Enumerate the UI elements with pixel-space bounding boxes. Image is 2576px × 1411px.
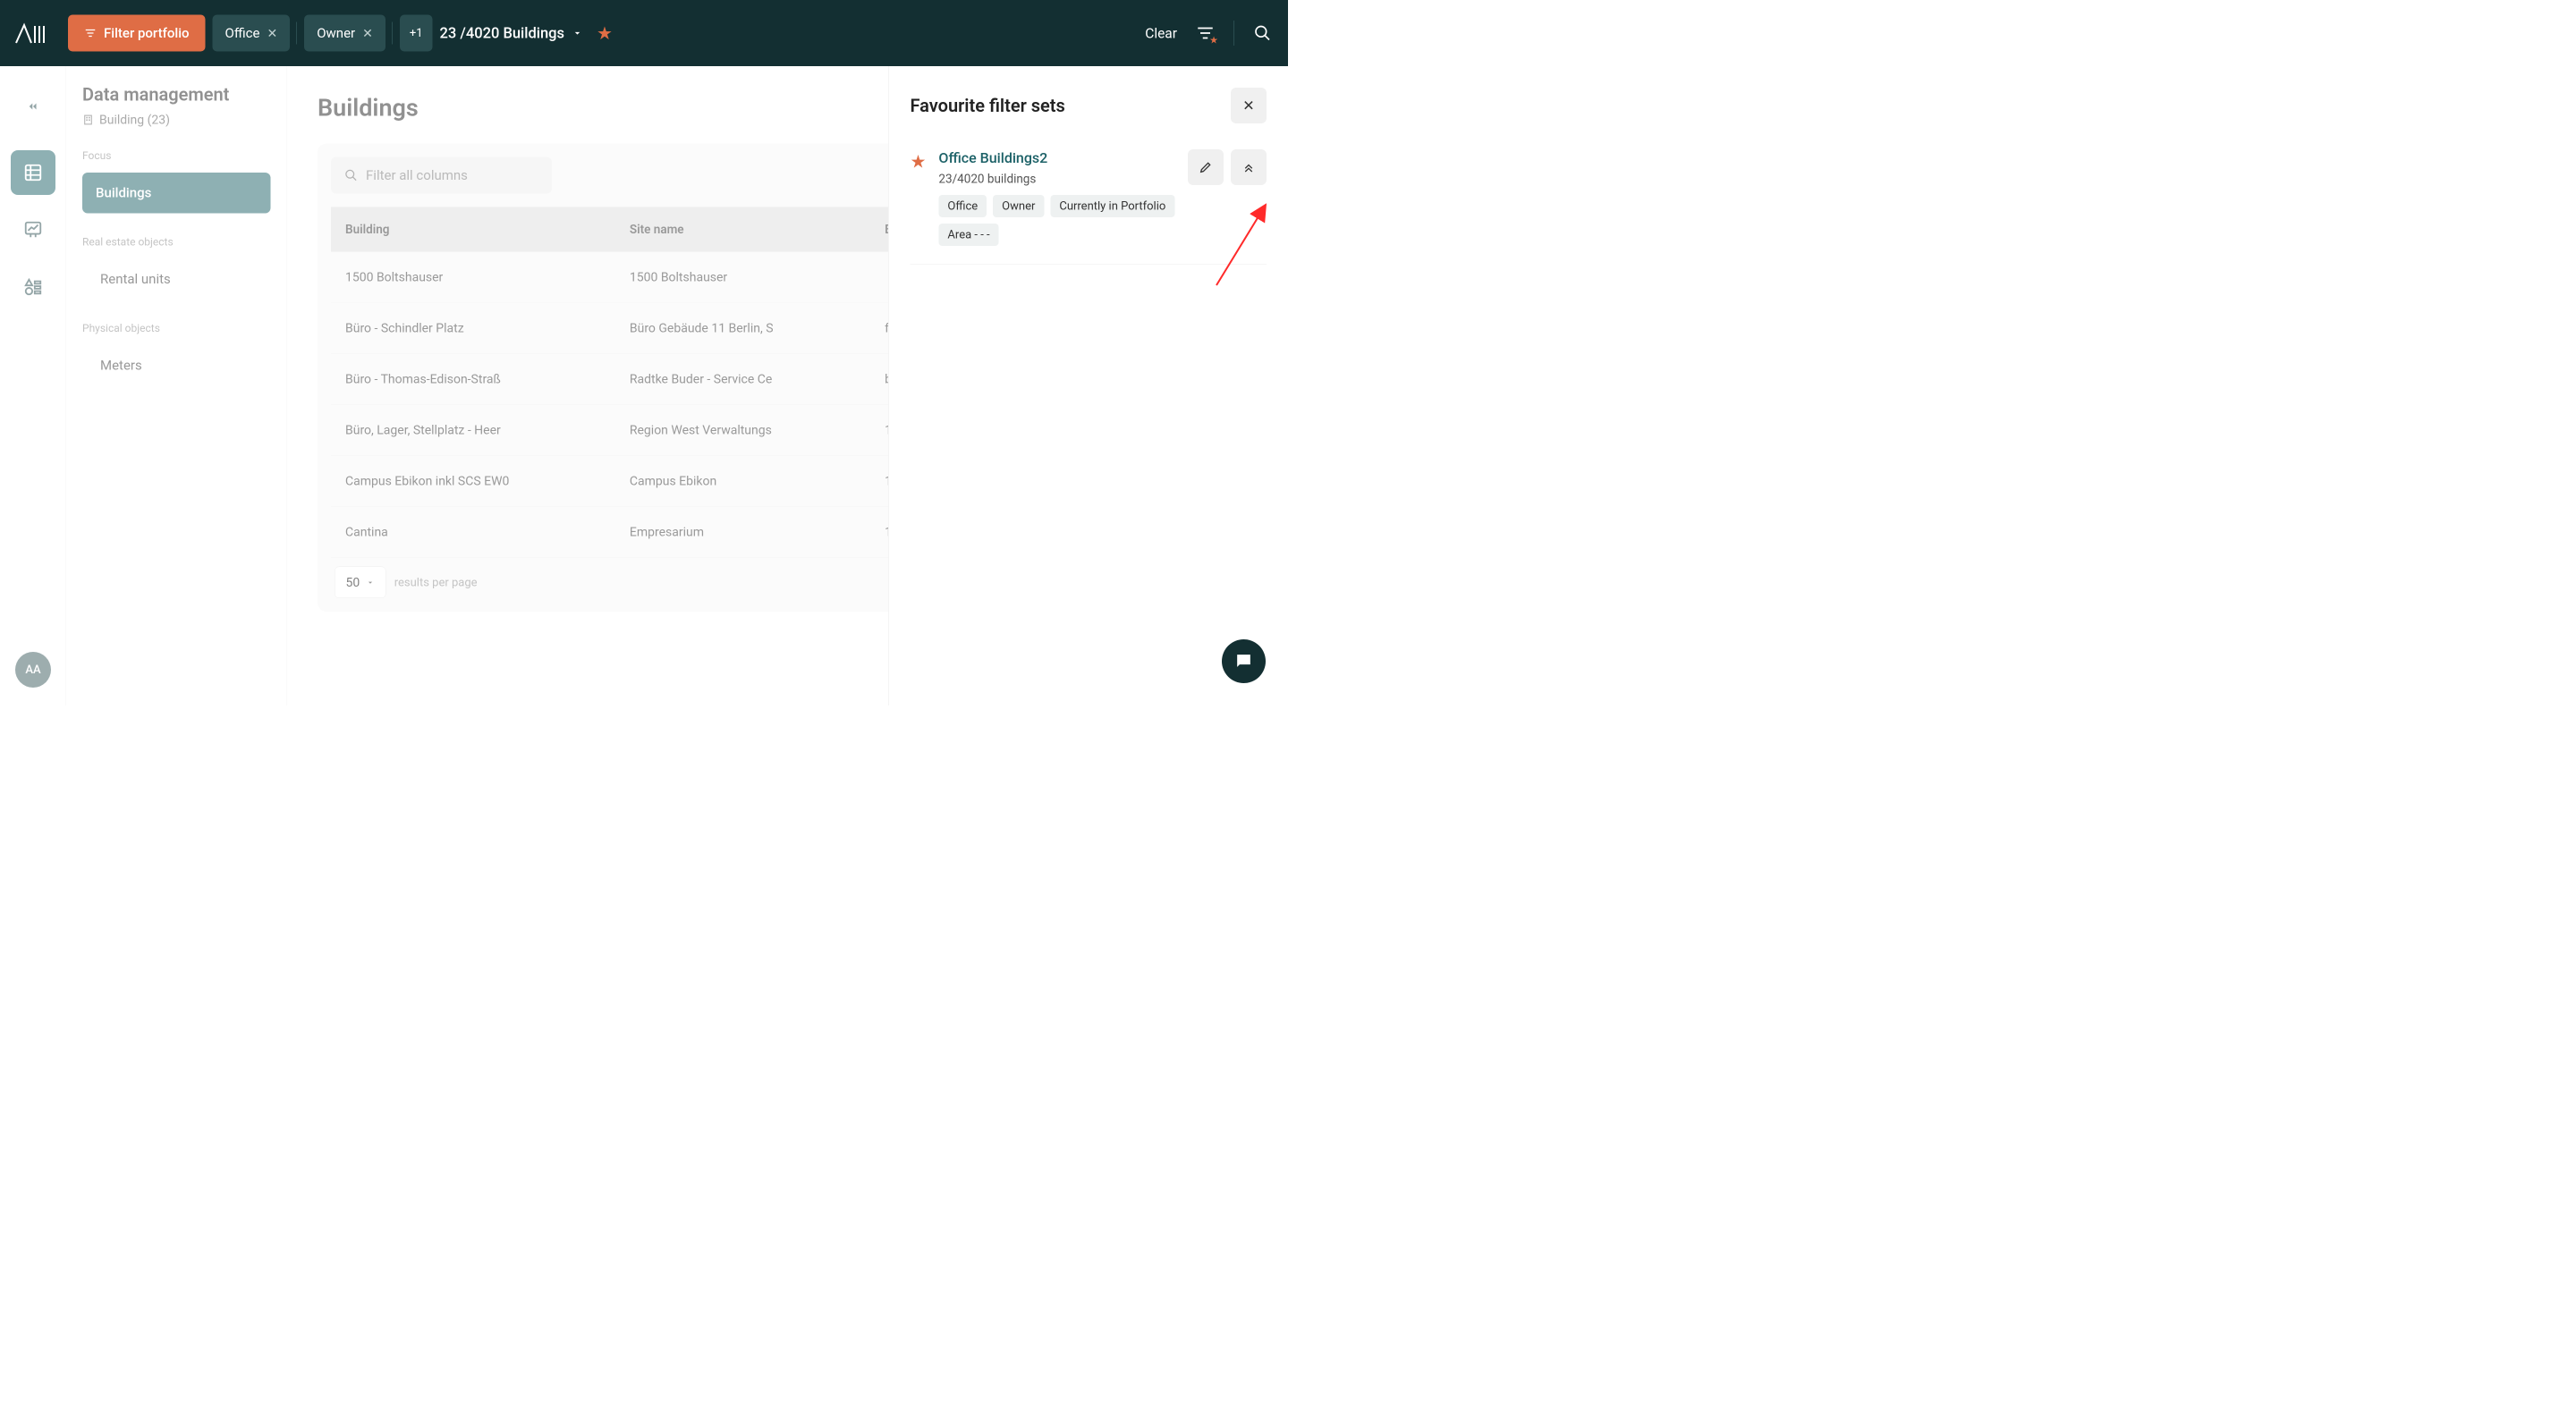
filter-portfolio-label: Filter portfolio xyxy=(104,25,190,41)
chat-icon xyxy=(1234,652,1254,672)
topbar-separator xyxy=(1233,21,1234,46)
cell-building: Campus Ebikon inkl SCS EW0 xyxy=(331,455,615,506)
filter-chip-owner[interactable]: Owner ✕ xyxy=(304,15,386,52)
cell-site: Campus Ebikon xyxy=(615,455,870,506)
sidebar: Data management Building (23) Focus Buil… xyxy=(66,66,287,706)
favourite-tags: Office Owner Currently in Portfolio Area - … xyxy=(938,195,1175,246)
pencil-icon xyxy=(1199,160,1213,174)
rail-objects[interactable] xyxy=(11,265,55,309)
favourite-tag: Currently in Portfolio xyxy=(1050,195,1174,217)
filter-columns-wrap[interactable] xyxy=(331,157,552,194)
favourite-subtitle: 23/4020 buildings xyxy=(938,172,1175,186)
building-icon xyxy=(82,114,94,125)
cell-site: Büro Gebäude 11 Berlin, S xyxy=(615,302,870,353)
cell-site: Radtke Buder - Service Ce xyxy=(615,353,870,404)
chevron-down-icon xyxy=(366,578,375,587)
sidebar-item-meters[interactable]: Meters xyxy=(82,345,271,386)
filter-icon xyxy=(84,27,97,39)
page-size-select[interactable]: 50 xyxy=(335,567,386,599)
close-icon[interactable]: ✕ xyxy=(267,26,277,41)
filter-chip-office[interactable]: Office ✕ xyxy=(213,15,291,52)
page-size-label: results per page xyxy=(394,576,478,589)
close-icon: ✕ xyxy=(1242,97,1254,114)
panel-close-button[interactable]: ✕ xyxy=(1231,88,1267,123)
chat-widget-button[interactable] xyxy=(1222,639,1266,683)
star-badge-icon: ★ xyxy=(1209,35,1218,46)
filter-columns-input[interactable] xyxy=(366,167,538,183)
favourite-tag: Area - - - xyxy=(938,224,998,246)
collapse-favourite-button[interactable] xyxy=(1231,149,1267,185)
sidebar-section-physical: Physical objects xyxy=(82,322,271,334)
cell-site: 1500 Boltshauser xyxy=(615,252,870,303)
buildings-count-text: 23 /4020 Buildings xyxy=(440,24,564,42)
filter-chip-label: Office xyxy=(225,25,260,41)
cell-site: Empresarium xyxy=(615,506,870,557)
page-size-value: 50 xyxy=(346,575,360,590)
rail-data-management[interactable] xyxy=(11,150,55,195)
chip-separator xyxy=(392,22,393,45)
search-icon xyxy=(344,169,358,182)
more-filters-chip[interactable]: +1 xyxy=(400,15,433,52)
sidebar-section-real-estate: Real estate objects xyxy=(82,236,271,249)
favourite-tag: Owner xyxy=(993,195,1044,217)
sidebar-section-focus: Focus xyxy=(82,149,271,162)
chip-separator xyxy=(296,22,297,45)
more-filters-count: +1 xyxy=(410,27,423,40)
filter-portfolio-button[interactable]: Filter portfolio xyxy=(68,15,206,52)
favourite-filter-panel: Favourite filter sets ✕ ★ Office Buildin… xyxy=(888,66,1288,706)
rail-analytics[interactable] xyxy=(11,207,55,252)
favourite-filter-item: ★ Office Buildings2 23/4020 buildings Of… xyxy=(911,149,1267,265)
filter-chip-label: Owner xyxy=(317,25,355,41)
cell-building: Cantina xyxy=(331,506,615,557)
chevron-double-up-icon xyxy=(1242,161,1256,174)
close-icon[interactable]: ✕ xyxy=(362,26,373,41)
cell-building: Büro - Thomas-Edison-Straß xyxy=(331,353,615,404)
col-site[interactable]: Site name xyxy=(615,207,870,252)
topbar: Filter portfolio Office ✕ Owner ✕ +1 23 … xyxy=(0,0,1288,66)
cell-building: Büro - Schindler Platz xyxy=(331,302,615,353)
cell-site: Region West Verwaltungs xyxy=(615,404,870,455)
sidebar-title: Data management xyxy=(82,84,271,106)
clear-filters-button[interactable]: Clear xyxy=(1145,25,1177,42)
star-icon[interactable]: ★ xyxy=(911,151,927,246)
col-building[interactable]: Building xyxy=(331,207,615,252)
avatar-initials: AA xyxy=(25,663,40,677)
panel-title: Favourite filter sets xyxy=(911,95,1065,116)
sidebar-building-count: Building (23) xyxy=(82,113,271,128)
edit-favourite-button[interactable] xyxy=(1188,149,1224,185)
collapse-sidebar-button[interactable] xyxy=(20,93,47,120)
left-rail: AA xyxy=(0,66,66,706)
sidebar-item-rental-units[interactable]: Rental units xyxy=(82,259,271,300)
filter-sets-button[interactable]: ★ xyxy=(1194,22,1216,45)
favourite-star-icon[interactable]: ★ xyxy=(597,22,613,44)
chevron-down-icon xyxy=(572,28,583,39)
favourite-title[interactable]: Office Buildings2 xyxy=(938,149,1175,166)
app-logo[interactable] xyxy=(14,18,48,49)
favourite-tag: Office xyxy=(938,195,987,217)
cell-building: 1500 Boltshauser xyxy=(331,252,615,303)
user-avatar[interactable]: AA xyxy=(15,652,51,688)
buildings-count-dropdown[interactable]: 23 /4020 Buildings xyxy=(440,24,583,42)
cell-building: Büro, Lager, Stellplatz - Heer xyxy=(331,404,615,455)
search-button[interactable] xyxy=(1251,22,1274,45)
sidebar-item-buildings[interactable]: Buildings xyxy=(82,173,271,214)
